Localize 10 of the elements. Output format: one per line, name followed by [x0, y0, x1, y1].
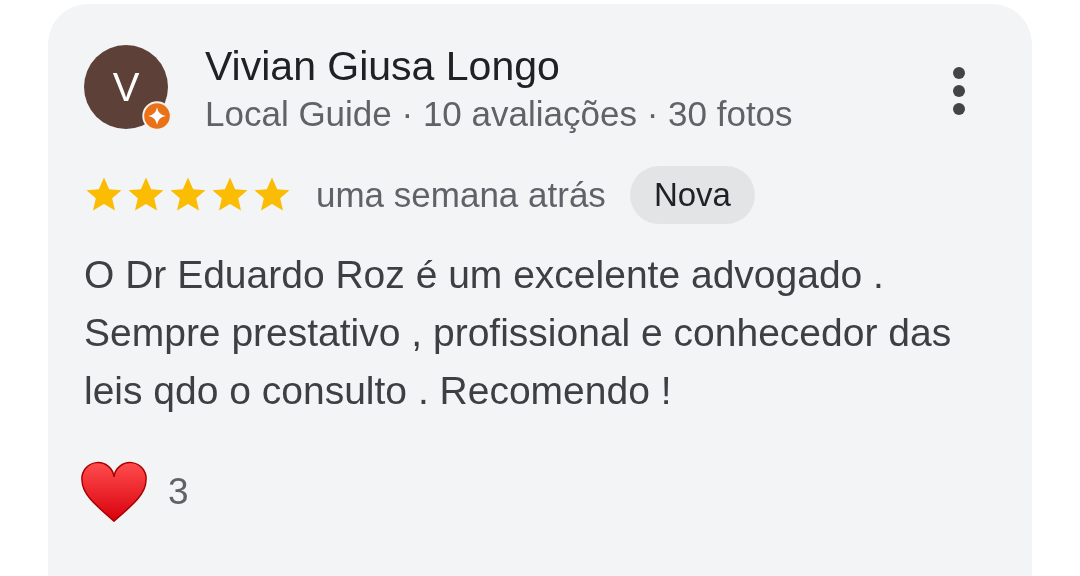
reviewer-info: Local Guide · 10 avaliações · 30 fotos — [205, 93, 794, 135]
avatar: V — [84, 45, 168, 129]
review-text: O Dr Eduardo Roz é um excelente advogado . Sempre prestativo , profissional e conhecedor das leis qdo o consulto . Recomendo ! — [84, 252, 953, 414]
heart-icon[interactable] — [78, 460, 150, 524]
reviewer-name[interactable]: Vivian Giusa Longo — [205, 42, 952, 90]
review-time: uma semana atrás — [316, 175, 606, 215]
reaction-count: 3 — [168, 471, 189, 513]
more-options-icon[interactable] — [952, 66, 966, 116]
local-guide-badge-icon — [142, 101, 172, 131]
new-badge: Nova — [629, 166, 755, 224]
